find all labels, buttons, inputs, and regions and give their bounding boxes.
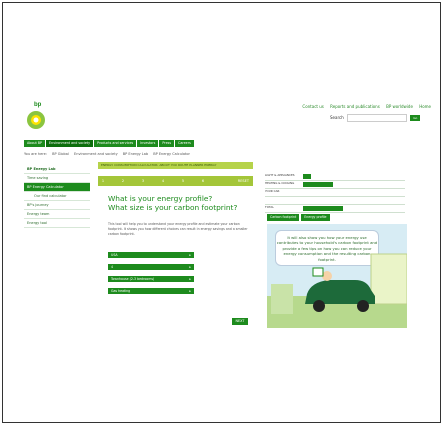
nav-press[interactable]: Press (159, 140, 175, 147)
home-type-value: Townhouse (2-3 bedrooms) (111, 277, 155, 281)
chevron-right-icon: ▸ (189, 265, 191, 269)
sidebar-item-time-saving[interactable]: Time saving (24, 174, 90, 183)
chart-row: LIGHT & APPLIANCES (265, 173, 405, 181)
household-size-value: 4 (111, 265, 114, 269)
chart-row: YOUR CAR (265, 189, 405, 197)
svg-text:bp: bp (34, 102, 42, 108)
breadcrumb-bp-global[interactable]: BP Global (52, 152, 69, 156)
progress-banner: ENERGY CONSUMPTION CALCULATOR: ABOUT YOU… (98, 162, 253, 169)
page-title: What is your energy profile? What size i… (108, 194, 237, 212)
main-nav: About BP Environment and society Product… (24, 140, 194, 147)
step-3[interactable]: 3 (138, 176, 148, 186)
chevron-right-icon: ▸ (189, 289, 191, 293)
link-contact[interactable]: Contact us (302, 104, 323, 109)
chart-row-label: LIGHT & APPLIANCES (265, 173, 295, 177)
tab-carbon-footprint[interactable]: Carbon footprint (267, 214, 300, 221)
chart-row (265, 197, 405, 205)
chart-bar (303, 182, 333, 187)
chart-row: HEATING & COOLING (265, 181, 405, 189)
nav-careers[interactable]: Careers (175, 140, 194, 147)
step-5[interactable]: 5 (178, 176, 188, 186)
home-type-select[interactable]: Townhouse (2-3 bedrooms) ▸ (108, 276, 194, 282)
chart-bar (303, 206, 343, 211)
sidebar-item-energy-team[interactable]: Energy team (24, 210, 90, 219)
chevron-right-icon: ▸ (189, 253, 191, 257)
country-value: USA (111, 253, 118, 257)
title-line-2: What size is your carbon footprint? (108, 203, 238, 212)
sidebar-item-journey[interactable]: BP's journey (24, 201, 90, 210)
breadcrumb-energy-calculator: BP Energy Calculator (153, 152, 190, 156)
intro-text: This tool will help you to understand yo… (108, 222, 248, 236)
car-illustration (267, 253, 407, 328)
energy-chart: LIGHT & APPLIANCES HEATING & COOLING YOU… (265, 165, 405, 213)
top-links: Contact us Reports and publications BP w… (297, 104, 431, 109)
link-reports[interactable]: Reports and publications (330, 104, 380, 109)
result-tabs: Carbon footprint Energy profile (267, 214, 330, 221)
tab-energy-profile[interactable]: Energy profile (301, 214, 330, 221)
title-line-1: What is your energy profile? (108, 194, 213, 203)
nav-products[interactable]: Products and services (94, 140, 137, 147)
heating-value: Gas heating (111, 289, 131, 293)
sidebar-item-energy-tool[interactable]: Energy tool (24, 219, 90, 228)
sidebar-item-find-calculator[interactable]: Our find calculator (24, 192, 90, 201)
search-area: Search Go (330, 114, 421, 122)
search-go-button[interactable]: Go (410, 115, 421, 121)
step-4[interactable]: 4 (158, 176, 168, 186)
household-size-select[interactable]: 4 ▸ (108, 264, 194, 270)
breadcrumb-energy-lab[interactable]: BP Energy Lab (123, 152, 148, 156)
reset-button[interactable]: RESET (238, 176, 249, 186)
chart-row-label: YOUR CAR (265, 189, 280, 193)
sidebar: BP Energy Lab Time saving BP Energy Calc… (24, 165, 90, 228)
chart-row-label: HEATING & COOLING (265, 181, 295, 185)
country-select[interactable]: USA ▸ (108, 252, 194, 258)
breadcrumb-label: You are here: (24, 152, 47, 156)
step-bar: 1 2 3 4 5 6 RESET (98, 176, 253, 186)
chevron-right-icon: ▸ (189, 277, 191, 281)
step-6[interactable]: 6 (198, 176, 208, 186)
breadcrumb: You are here: BP Global Environment and … (24, 152, 194, 156)
calculator-panel: ENERGY CONSUMPTION CALCULATOR: ABOUT YOU… (98, 162, 253, 328)
next-button[interactable]: NEXT (232, 318, 248, 325)
step-2[interactable]: 2 (118, 176, 128, 186)
search-input[interactable] (347, 114, 408, 122)
link-home[interactable]: Home (419, 104, 431, 109)
breadcrumb-environment[interactable]: Environment and society (74, 152, 118, 156)
chart-bar (303, 174, 311, 179)
link-worldwide[interactable]: BP worldwide (386, 104, 413, 109)
search-label: Search (330, 115, 344, 120)
heating-select[interactable]: Gas heating ▸ (108, 288, 194, 294)
chart-row: TOTAL (265, 205, 405, 213)
nav-environment[interactable]: Environment and society (46, 140, 94, 147)
bp-logo: bp (27, 102, 45, 129)
nav-investors[interactable]: Investors (137, 140, 159, 147)
chart-row-label: TOTAL (265, 205, 274, 209)
illustration-panel: It will also show you how your energy us… (267, 224, 407, 328)
sidebar-item-energy-calculator[interactable]: BP Energy Calculator (24, 183, 90, 192)
step-1[interactable]: 1 (98, 176, 108, 186)
sidebar-item-energy-lab[interactable]: BP Energy Lab (24, 165, 90, 174)
nav-about-bp[interactable]: About BP (24, 140, 46, 147)
